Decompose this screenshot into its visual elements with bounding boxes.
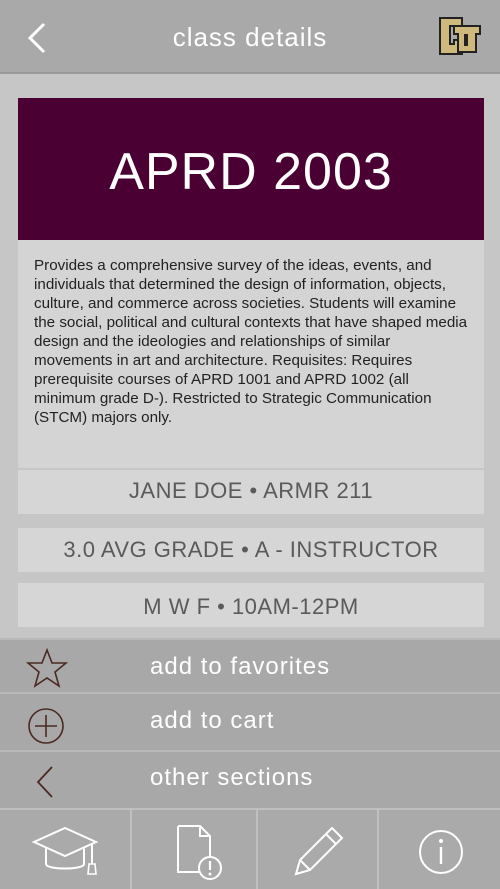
course-code-banner: APRD 2003 — [18, 98, 484, 240]
star-icon — [26, 648, 68, 688]
course-description: Provides a comprehensive survey of the i… — [18, 240, 484, 468]
pencil-icon — [294, 826, 344, 876]
bottom-tab-bar — [0, 808, 500, 889]
schedule: M W F • 10AM-12PM — [18, 583, 484, 627]
tab-notes[interactable] — [256, 810, 379, 889]
page-title: class details — [172, 22, 328, 52]
instructor-room: JANE DOE • ARMR 211 — [18, 470, 484, 514]
tab-requirements[interactable] — [130, 810, 258, 889]
add-to-favorites-label: add to favorites — [150, 653, 331, 680]
other-sections-button[interactable]: other sections — [0, 750, 500, 808]
add-to-cart-button[interactable]: add to cart — [0, 692, 500, 750]
tab-courses[interactable] — [0, 810, 130, 889]
grade-info: 3.0 AVG GRADE • A - INSTRUCTOR — [18, 528, 484, 572]
other-sections-label: other sections — [150, 764, 314, 791]
add-to-cart-label: add to cart — [150, 707, 275, 734]
chevron-left-icon — [36, 766, 53, 798]
tab-info[interactable] — [377, 810, 500, 889]
course-code: APRD 2003 — [109, 143, 393, 201]
university-logo-icon — [439, 17, 481, 55]
top-bar: class details — [0, 0, 500, 74]
add-to-favorites-button[interactable]: add to favorites — [0, 638, 500, 692]
info-icon — [419, 830, 463, 874]
document-alert-icon — [177, 825, 222, 880]
graduation-cap-icon — [31, 826, 99, 875]
plus-circle-icon — [28, 708, 64, 744]
